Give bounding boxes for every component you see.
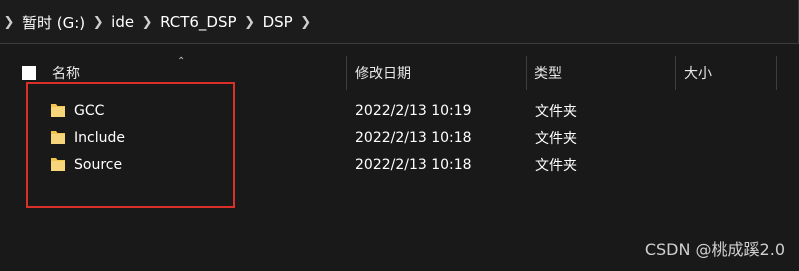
breadcrumb-dsp[interactable]: DSP: [259, 13, 297, 31]
file-modified: 2022/2/13 10:18: [355, 129, 472, 146]
chevron-right-icon[interactable]: ❯: [241, 0, 259, 44]
column-header-modified[interactable]: 修改日期: [355, 56, 411, 90]
chevron-right-icon[interactable]: ❯: [297, 0, 315, 44]
breadcrumb-ide[interactable]: ide: [107, 13, 138, 31]
sort-up-icon: ⌃: [177, 56, 186, 67]
chevron-right-icon[interactable]: ❯: [0, 0, 18, 44]
breadcrumb-rct6-dsp[interactable]: RCT6_DSP: [156, 13, 240, 31]
column-divider[interactable]: [346, 56, 347, 90]
breadcrumb-drive[interactable]: 暂时 (G:): [18, 12, 89, 33]
select-all-checkbox[interactable]: [22, 66, 36, 80]
column-divider[interactable]: [675, 56, 676, 90]
file-explorer-window: ❯ 暂时 (G:) ❯ ide ❯ RCT6_DSP ❯ DSP ❯ ⌃ 名称 …: [0, 0, 799, 271]
file-type: 文件夹: [535, 130, 577, 147]
watermark: CSDN @桃成蹊2.0: [644, 240, 785, 259]
file-modified: 2022/2/13 10:18: [355, 156, 472, 173]
file-type: 文件夹: [535, 157, 577, 174]
column-divider[interactable]: [776, 56, 777, 90]
chevron-right-icon[interactable]: ❯: [138, 0, 156, 44]
chevron-right-icon[interactable]: ❯: [89, 0, 107, 44]
breadcrumb: ❯ 暂时 (G:) ❯ ide ❯ RCT6_DSP ❯ DSP ❯: [0, 0, 315, 44]
file-modified: 2022/2/13 10:19: [355, 102, 472, 119]
column-header-type[interactable]: 类型: [534, 56, 562, 90]
address-bar[interactable]: ❯ 暂时 (G:) ❯ ide ❯ RCT6_DSP ❯ DSP ❯: [0, 0, 799, 44]
annotation-highlight-box: [26, 82, 235, 208]
column-divider[interactable]: [526, 56, 527, 90]
column-header-size[interactable]: 大小: [684, 56, 712, 90]
file-type: 文件夹: [535, 103, 577, 120]
